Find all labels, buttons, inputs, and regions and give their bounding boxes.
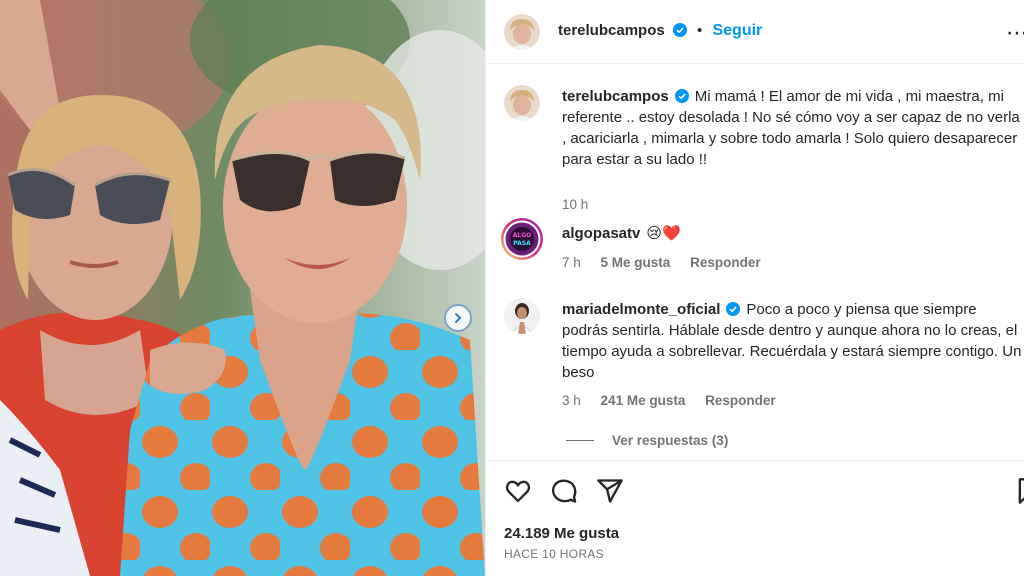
view-replies-button[interactable]: Ver respuestas (3): [566, 433, 728, 448]
comment-bubble-icon[interactable]: [550, 477, 578, 505]
comments-list[interactable]: terelubcampos Mi mamá ! El amor de mi vid…: [486, 65, 1024, 459]
header-separator: •: [697, 22, 703, 39]
heart-icon[interactable]: [504, 477, 532, 505]
verified-badge-icon: [674, 89, 689, 103]
caption-meta: 10 h: [562, 197, 604, 212]
commenter-avatar[interactable]: [504, 298, 540, 334]
post-actions: 24.189 Me gusta HACE 10 HORAS: [486, 460, 1024, 576]
post-side-panel: terelubcampos • Seguir ⋯ terelubcampos M…: [485, 0, 1024, 576]
author-username[interactable]: terelubcampos: [558, 22, 665, 39]
commenter-avatar[interactable]: ALGO PASA: [500, 217, 544, 261]
reply-button[interactable]: Responder: [705, 393, 776, 408]
commenter-username[interactable]: algopasatv: [562, 225, 640, 242]
next-photo-button[interactable]: [444, 304, 472, 332]
comment-meta: 7 h 5 Me gusta Responder: [562, 255, 777, 270]
follow-button[interactable]: Seguir: [712, 22, 762, 39]
svg-text:ALGO: ALGO: [513, 232, 532, 239]
commenter-username[interactable]: mariadelmonte_oficial: [562, 301, 720, 318]
view-replies-label: Ver respuestas (3): [612, 433, 729, 448]
verified-badge-icon: [672, 23, 687, 37]
comment-text: 😢❤️: [646, 225, 681, 242]
caption-username[interactable]: terelubcampos: [562, 88, 669, 105]
photo-scene: [0, 0, 485, 576]
comment-time[interactable]: 7 h: [562, 255, 581, 270]
comment-time[interactable]: 3 h: [562, 393, 581, 408]
comment-likes[interactable]: 5 Me gusta: [601, 255, 671, 270]
author-avatar[interactable]: [504, 14, 540, 50]
svg-text:PASA: PASA: [513, 240, 531, 247]
author-avatar[interactable]: [504, 85, 540, 121]
reply-button[interactable]: Responder: [690, 255, 761, 270]
replies-divider: [566, 440, 594, 441]
post-like-count[interactable]: 24.189 Me gusta: [504, 525, 619, 542]
paper-plane-icon[interactable]: [596, 477, 624, 505]
caption-time[interactable]: 10 h: [562, 197, 588, 212]
bookmark-icon[interactable]: [1014, 477, 1024, 505]
verified-badge-icon: [726, 302, 741, 316]
comment-likes[interactable]: 241 Me gusta: [601, 393, 686, 408]
post-photo: [0, 0, 485, 576]
more-options-icon[interactable]: ⋯: [1006, 20, 1024, 46]
chevron-right-icon: [455, 313, 462, 323]
post-timestamp: HACE 10 HORAS: [504, 547, 604, 561]
post-header: terelubcampos • Seguir ⋯: [486, 0, 1024, 64]
comment-meta: 3 h 241 Me gusta Responder: [562, 393, 792, 408]
